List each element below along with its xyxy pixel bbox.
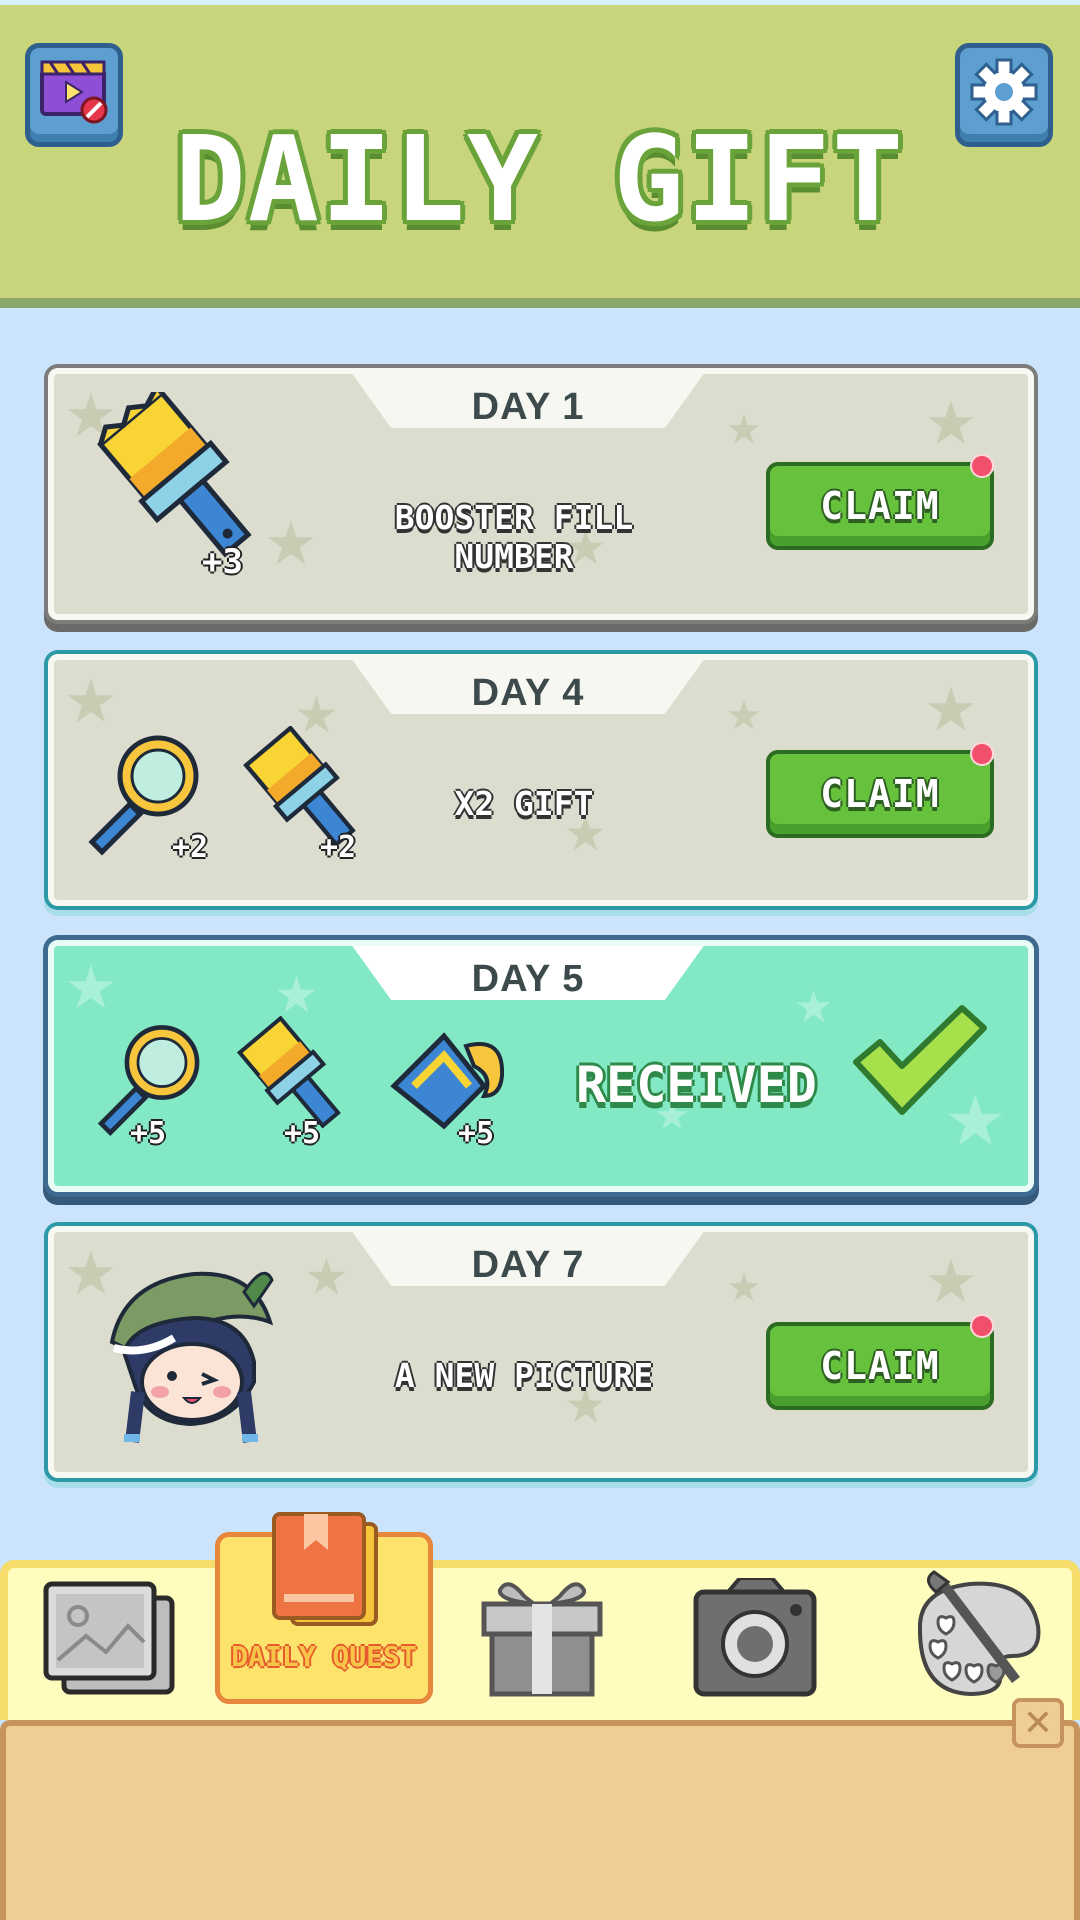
- daily-quest-book-icon: [272, 1512, 378, 1626]
- gift-description: X2 GIFT: [454, 784, 594, 823]
- star-decoration-icon: ★: [264, 509, 318, 579]
- reward-amount: +5: [130, 1116, 167, 1151]
- camera-icon: [693, 1576, 817, 1697]
- star-decoration-icon: ★: [924, 389, 978, 459]
- settings-button[interactable]: [955, 43, 1053, 147]
- claim-button[interactable]: CLAIM: [766, 750, 994, 838]
- star-decoration-icon: ★: [304, 1248, 349, 1306]
- day-label: DAY 1: [471, 386, 585, 428]
- star-decoration-icon: ★: [726, 693, 762, 739]
- star-decoration-icon: ★: [726, 1265, 762, 1311]
- header: DAILY GIFT: [0, 0, 1080, 308]
- bottom-drawer: [0, 1720, 1080, 1920]
- notification-dot: [970, 742, 994, 766]
- day-label: DAY 7: [471, 1244, 585, 1286]
- gift-description: A NEW PICTURE: [394, 1356, 654, 1395]
- star-decoration-icon: ★: [794, 982, 834, 1033]
- character-picture-icon: [109, 1271, 274, 1443]
- nav-palette[interactable]: [900, 1570, 1048, 1700]
- claim-button[interactable]: CLAIM: [766, 1322, 994, 1410]
- gift-card-day-1: ★ ★ ★ ★ ★ DAY 1 +3 BOOSTER FILL NUMBER C…: [48, 368, 1034, 620]
- gallery-icon: [43, 1581, 175, 1695]
- reward-amount: +2: [172, 830, 209, 865]
- day-label: DAY 4: [471, 672, 585, 714]
- paint-bucket-icon: [390, 1032, 505, 1130]
- day-label: DAY 5: [471, 958, 585, 1000]
- gift-box-icon: [481, 1582, 603, 1697]
- notification-dot: [970, 1314, 994, 1338]
- close-icon: ✕: [1022, 1702, 1054, 1744]
- star-decoration-icon: ★: [64, 953, 118, 1023]
- gift-card-day-5: ★ ★ ★ ★ ★ DAY 5 +5 +5 +5 RECEIVED: [48, 940, 1034, 1192]
- gear-icon: [970, 58, 1038, 126]
- checkmark-icon: [853, 1005, 987, 1115]
- reward-amount: +5: [458, 1116, 495, 1151]
- paintbrush-icon: [97, 392, 252, 558]
- nav-active-label: DAILY QUEST: [231, 1640, 417, 1673]
- nav-gifts[interactable]: [478, 1576, 606, 1698]
- palette-icon: [917, 1570, 1041, 1697]
- page-title: DAILY GIFT: [174, 110, 906, 248]
- gift-card-day-7: ★ ★ ★ ★ ★ DAY 7 A NEW PICTURE CLAIM: [48, 1226, 1034, 1478]
- notification-dot: [970, 454, 994, 478]
- reward-amount: +3: [202, 542, 243, 582]
- gift-card-day-4: ★ ★ ★ ★ ★ DAY 4 +2 +2 X2 GIFT CLAIM: [48, 654, 1034, 906]
- star-decoration-icon: ★: [726, 407, 762, 453]
- star-decoration-icon: ★: [274, 966, 319, 1024]
- received-status: RECEIVED: [576, 1056, 817, 1114]
- close-button[interactable]: ✕: [1012, 1698, 1064, 1748]
- star-decoration-icon: ★: [64, 667, 118, 737]
- claim-button[interactable]: CLAIM: [766, 462, 994, 550]
- star-decoration-icon: ★: [924, 1247, 978, 1317]
- reward-amount: +5: [284, 1116, 321, 1151]
- nav-gallery[interactable]: [42, 1580, 176, 1698]
- star-decoration-icon: ★: [924, 675, 978, 745]
- nav-camera[interactable]: [692, 1576, 818, 1698]
- gift-description: BOOSTER FILL NUMBER: [394, 498, 634, 576]
- reward-amount: +2: [320, 830, 357, 865]
